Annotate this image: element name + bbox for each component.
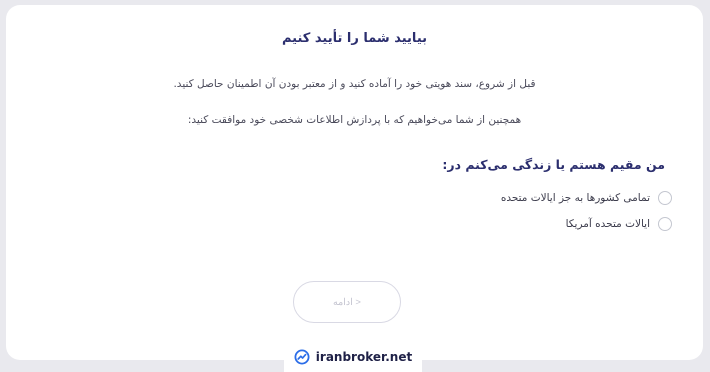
option-label: ایالات متحده آمریکا (565, 218, 650, 230)
radio-button[interactable] (658, 191, 672, 205)
chart-trend-icon (294, 349, 310, 365)
residence-question: من مقیم هستم یا زندگی می‌کنم در: (442, 157, 665, 172)
intro-text: قبل از شروع، سند هویتی خود را آماده کنید… (173, 78, 536, 90)
continue-button[interactable]: ادامه > (293, 281, 401, 323)
option-all-countries-except-us[interactable]: تمامی کشورها به جز ایالات متحده (501, 191, 672, 205)
page-title: بیایید شما را تأیید کنیم (281, 31, 428, 46)
radio-button[interactable] (658, 217, 672, 231)
brand-watermark: iranbroker.net (284, 342, 422, 372)
consent-text: همچنین از شما می‌خواهیم که با پردازش اطل… (187, 114, 522, 126)
brand-name: iranbroker.net (315, 350, 413, 364)
option-united-states[interactable]: ایالات متحده آمریکا (566, 217, 672, 231)
option-label: تمامی کشورها به جز ایالات متحده (500, 192, 650, 204)
